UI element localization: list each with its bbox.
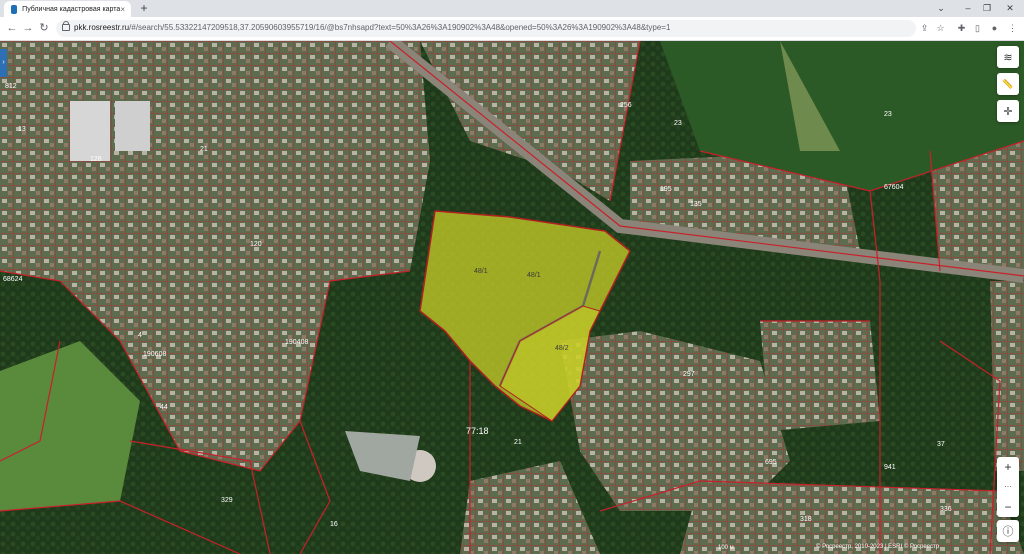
url-text: pkk.rosreestr.ru/#/search/55.53322147209…: [74, 23, 671, 32]
satellite-map-canvas: 48/1 48/1 48/2 77:18 812 13 21 23 256 23…: [0, 41, 1024, 554]
layers-button[interactable]: ≋: [997, 46, 1019, 68]
zoom-level-dots: ···: [1004, 482, 1012, 491]
map-label: 318: [800, 516, 812, 523]
map-copyright: © Росреестр, 2010-2023 | ESRI © Росреест…: [816, 544, 940, 550]
map-label: 120: [250, 241, 262, 248]
map-label: 44: [160, 404, 168, 411]
forward-button[interactable]: →: [21, 21, 35, 35]
close-window-button[interactable]: ✕: [997, 0, 1023, 17]
map-label: 23: [674, 120, 682, 127]
reload-button[interactable]: ↻: [37, 21, 51, 35]
browser-tab[interactable]: Публичная кадастровая карта ×: [4, 1, 131, 17]
map-label: 4: [138, 332, 142, 339]
map-label: 695: [765, 459, 777, 466]
locate-button[interactable]: ✛: [997, 100, 1019, 122]
map-label: 336: [940, 506, 952, 513]
info-icon: ⓘ: [1002, 526, 1014, 538]
map-label: 16: [330, 521, 338, 528]
map-label: 190408: [285, 339, 308, 346]
bookmark-star-icon[interactable]: ☆: [934, 22, 947, 35]
map-label: 297: [683, 371, 695, 378]
share-icon[interactable]: ⇪: [918, 22, 931, 35]
tab-title: Публичная кадастровая карта: [22, 5, 121, 13]
browser-toolbar: ← → ↻ pkk.rosreestr.ru/#/search/55.53322…: [0, 17, 1024, 41]
map-label: 941: [884, 464, 896, 471]
map-label: 190608: [143, 351, 166, 358]
lock-icon: [62, 21, 70, 31]
map-label: 37: [937, 441, 945, 448]
info-button[interactable]: ⓘ: [997, 520, 1019, 542]
zoom-control: + ··· −: [997, 457, 1019, 517]
parcel-label-48-2: 48/2: [555, 345, 569, 352]
menu-kebab-icon[interactable]: ⋮: [1006, 22, 1019, 35]
ruler-icon: 📏: [1002, 78, 1014, 89]
map-scale: 100 м: [718, 545, 734, 551]
window-dropdown-icon[interactable]: ⌄: [928, 0, 954, 17]
map-label: 67604: [884, 184, 904, 191]
map-label: 812: [5, 83, 17, 90]
side-panel-toggle[interactable]: ›: [0, 49, 7, 77]
rosreestr-favicon-icon: [11, 4, 18, 14]
new-tab-button[interactable]: +: [137, 1, 151, 15]
map-label: 21: [200, 146, 208, 153]
map-label: 256: [620, 102, 632, 109]
browser-tab-bar: Публичная кадастровая карта × + ⌄ – ❐ ✕: [0, 0, 1024, 17]
sidebar-icon[interactable]: ▯: [971, 22, 984, 35]
zoom-out-button[interactable]: −: [997, 497, 1019, 517]
map-label: 329: [221, 497, 233, 504]
back-button[interactable]: ←: [5, 21, 19, 35]
zoom-in-button[interactable]: +: [997, 457, 1019, 477]
layers-icon: ≋: [1003, 51, 1013, 64]
map-label: 21: [514, 439, 522, 446]
map-label: 128: [90, 156, 102, 163]
map-label: 135: [690, 201, 702, 208]
quarter-label: 77:18: [466, 426, 489, 436]
cadastral-map[interactable]: 48/1 48/1 48/2 77:18 812 13 21 23 256 23…: [0, 41, 1024, 554]
map-label: 13: [18, 126, 26, 133]
map-label: 68624: [3, 276, 23, 283]
parcel-label-48-1b: 48/1: [527, 272, 541, 279]
extensions-puzzle-icon[interactable]: ✚: [955, 22, 968, 35]
map-label: 195: [660, 186, 672, 193]
tab-close-icon[interactable]: ×: [120, 5, 125, 14]
address-bar[interactable]: pkk.rosreestr.ru/#/search/55.53322147209…: [56, 20, 916, 37]
profile-avatar-icon[interactable]: ●: [988, 22, 1001, 35]
measure-button[interactable]: 📏: [997, 73, 1019, 95]
crosshair-icon: ✛: [1003, 105, 1013, 118]
parcel-label-48-1a: 48/1: [474, 268, 488, 275]
map-label: 23: [884, 111, 892, 118]
